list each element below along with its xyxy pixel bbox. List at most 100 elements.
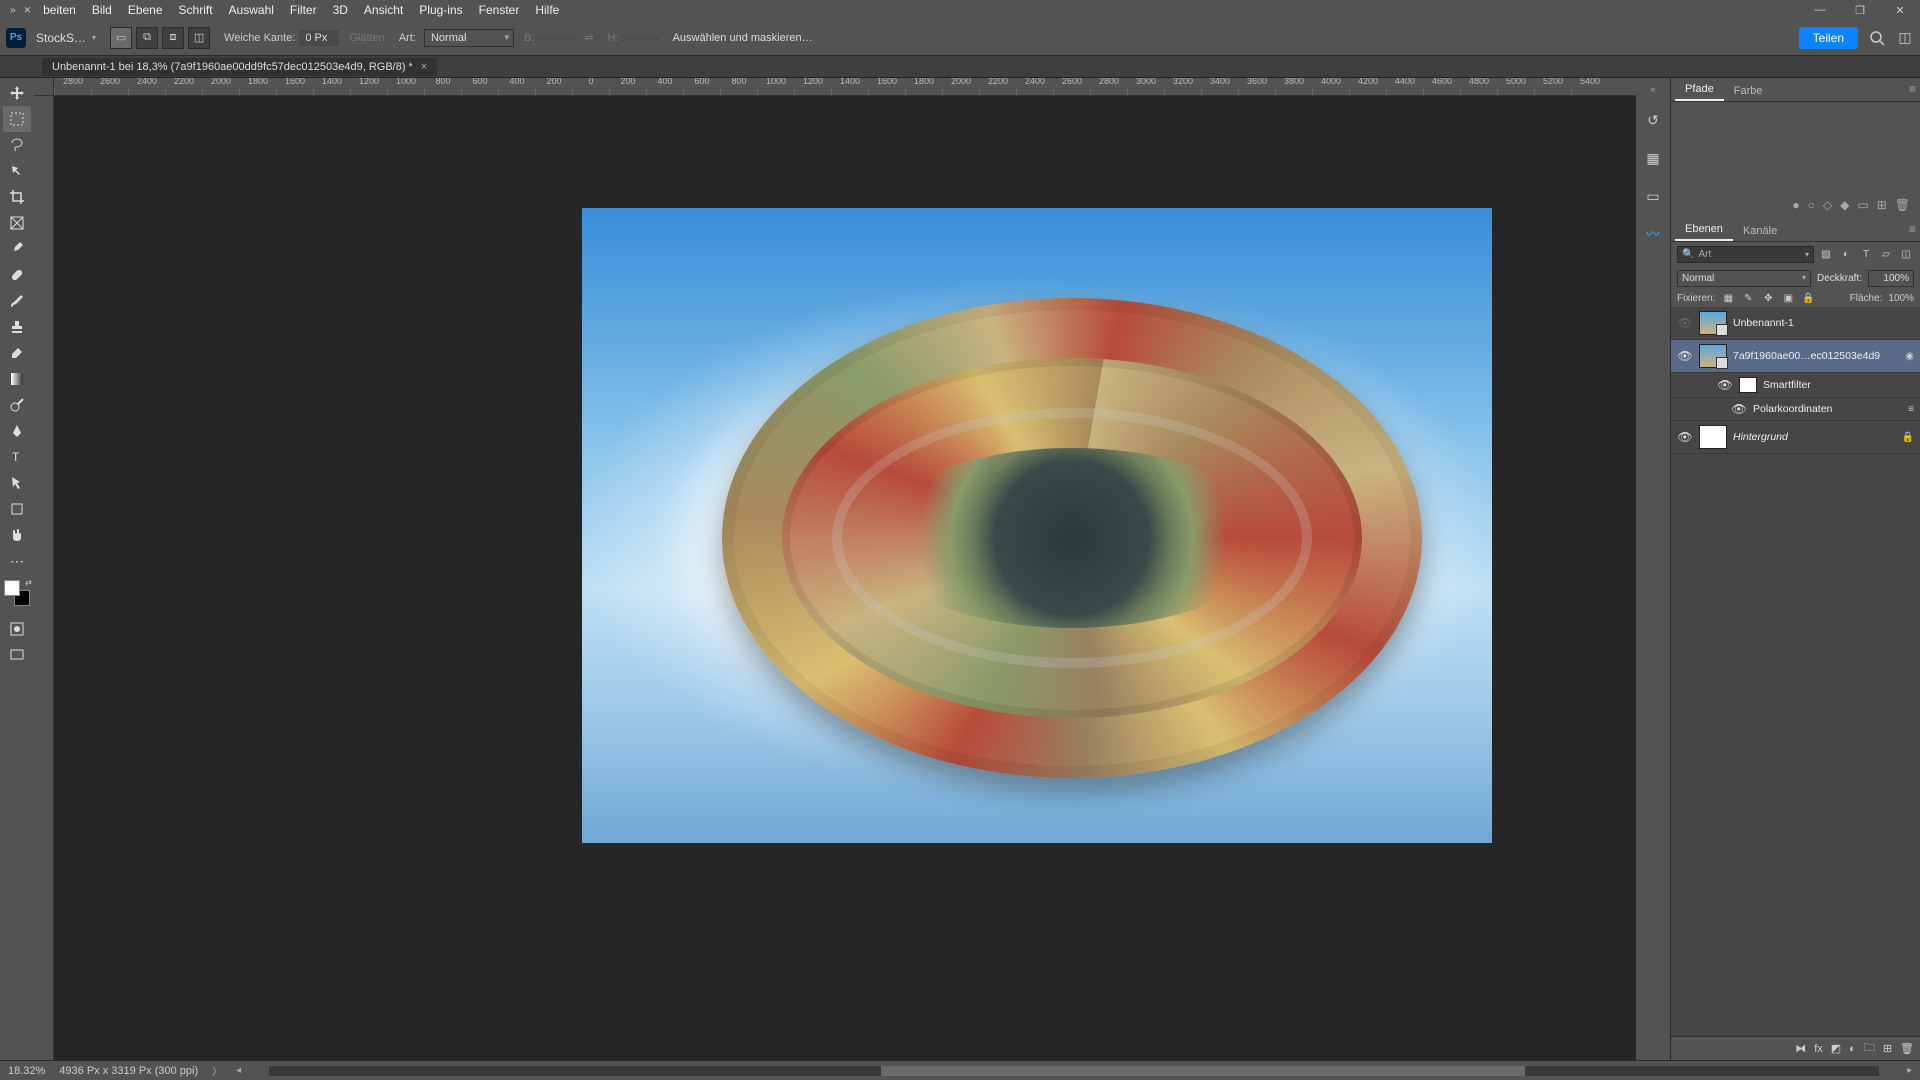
scrollbar-thumb[interactable] — [881, 1066, 1525, 1076]
tab-ebenen[interactable]: Ebenen — [1675, 219, 1733, 241]
filter-adjust-icon[interactable]: ◐ — [1838, 249, 1854, 260]
ruler-origin[interactable] — [34, 78, 54, 96]
tab-kanaele[interactable]: Kanäle — [1733, 221, 1787, 241]
layer-name[interactable]: 7a9f1960ae00…ec012503e4d9 — [1733, 350, 1899, 362]
minimize-button[interactable]: — — [1800, 0, 1840, 20]
menu-filter[interactable]: Filter — [282, 3, 325, 17]
layer-name[interactable]: Hintergrund — [1733, 431, 1896, 443]
menu-bild[interactable]: Bild — [84, 3, 120, 17]
eyedropper-tool[interactable] — [3, 236, 31, 262]
app-icon[interactable]: Ps — [6, 28, 26, 48]
lock-all-icon[interactable]: 🔒 — [1801, 293, 1815, 304]
swatches-panel-icon[interactable]: ▦ — [1641, 146, 1665, 170]
zoom-level[interactable]: 18.32% — [8, 1065, 45, 1077]
quickmask-button[interactable] — [3, 616, 31, 642]
adjustment-layer-icon[interactable]: ◐ — [1849, 1043, 1856, 1055]
document-canvas[interactable] — [582, 208, 1492, 843]
shape-tool[interactable] — [3, 496, 31, 522]
layer-name[interactable]: Polarkoordinaten — [1753, 403, 1902, 415]
visibility-toggle[interactable]: 👁 — [1717, 378, 1733, 392]
filter-shape-icon[interactable]: ▱ — [1878, 249, 1894, 260]
group-layers-icon[interactable]: 🗀 — [1864, 1039, 1875, 1058]
layer-name[interactable]: Unbenannt-1 — [1733, 317, 1914, 329]
close-button[interactable]: ✕ — [1880, 0, 1920, 20]
layer-name[interactable]: Smartfilter — [1763, 379, 1914, 391]
path-stroke-icon[interactable]: ○ — [1808, 198, 1815, 212]
lock-transparency-icon[interactable]: ▦ — [1721, 293, 1735, 304]
menu-ansicht[interactable]: Ansicht — [356, 3, 411, 17]
type-tool[interactable]: T — [3, 444, 31, 470]
history-panel-icon[interactable]: ↺ — [1641, 108, 1665, 132]
lock-pixels-icon[interactable]: ✎ — [1741, 293, 1755, 304]
maximize-button[interactable]: ❐ — [1840, 0, 1880, 20]
menu-ebene[interactable]: Ebene — [120, 3, 171, 17]
share-button[interactable]: Teilen — [1799, 27, 1858, 49]
document-dimensions[interactable]: 4936 Px x 3319 Px (300 ppi) — [59, 1065, 198, 1077]
path-select-tool[interactable] — [3, 470, 31, 496]
filter-mask-thumbnail[interactable] — [1739, 377, 1757, 393]
panel-menu-icon[interactable]: ≡ — [1909, 82, 1916, 96]
layer-thumbnail[interactable] — [1699, 344, 1727, 368]
delete-layer-icon[interactable]: 🗑 — [1900, 1042, 1914, 1055]
link-layers-icon[interactable]: ⧓ — [1795, 1042, 1806, 1055]
layer-fx-icon[interactable]: fx — [1814, 1043, 1823, 1055]
document-tab[interactable]: Unbenannt-1 bei 18,3% (7a9f1960ae00dd9fc… — [42, 58, 437, 76]
selection-add-button[interactable]: ⧉ — [136, 27, 158, 49]
scroll-left-icon[interactable]: ◂ — [236, 1065, 241, 1076]
status-chevron-icon[interactable]: 〉 — [212, 1063, 222, 1078]
select-and-mask-button[interactable]: Auswählen und maskieren… — [673, 32, 813, 44]
layer-row[interactable]: 👁 Unbenannt-1 — [1671, 307, 1920, 340]
scroll-right-icon[interactable]: ▸ — [1907, 1065, 1912, 1076]
path-delete-icon[interactable]: 🗑 — [1895, 198, 1910, 212]
horizontal-scrollbar[interactable] — [269, 1066, 1879, 1076]
new-layer-icon[interactable]: ⊞ — [1883, 1042, 1892, 1055]
gradient-tool[interactable] — [3, 366, 31, 392]
lasso-tool[interactable] — [3, 132, 31, 158]
layer-filter-select[interactable]: 🔍 Art ▾ — [1677, 246, 1814, 263]
feather-input[interactable]: 0 Px — [299, 30, 339, 46]
menu-schrift[interactable]: Schrift — [171, 3, 221, 17]
layers-menu-icon[interactable]: ≡ — [1909, 222, 1916, 236]
visibility-toggle[interactable]: 👁 — [1677, 430, 1693, 444]
path-mask-icon[interactable]: ▭ — [1857, 198, 1868, 212]
lock-artboard-icon[interactable]: ▣ — [1781, 293, 1795, 304]
collapse-chevron-icon[interactable]: « — [1650, 84, 1655, 94]
healing-tool[interactable] — [3, 262, 31, 288]
dodge-tool[interactable] — [3, 392, 31, 418]
search-icon[interactable] — [1868, 29, 1886, 47]
pen-tool[interactable] — [3, 418, 31, 444]
eraser-tool[interactable] — [3, 340, 31, 366]
brush-tool[interactable] — [3, 288, 31, 314]
ruler-vertical[interactable] — [34, 78, 54, 1060]
color-swatches[interactable]: ⇄ — [4, 580, 30, 606]
hand-tool[interactable] — [3, 522, 31, 548]
visibility-toggle[interactable]: 👁 — [1677, 316, 1693, 330]
canvas-area[interactable] — [34, 78, 1636, 1060]
menu-fenster[interactable]: Fenster — [471, 3, 528, 17]
filter-smart-icon[interactable]: ◫ — [1898, 249, 1914, 260]
menu-bearbeiten[interactable]: beiten — [35, 3, 84, 17]
crop-tool[interactable] — [3, 184, 31, 210]
visibility-toggle[interactable]: 👁 — [1677, 349, 1693, 363]
menu-auswahl[interactable]: Auswahl — [221, 3, 282, 17]
filter-settings-icon[interactable]: ≡ — [1908, 404, 1914, 415]
path-combine-icon[interactable]: ◆ — [1840, 198, 1849, 212]
workspace-icon[interactable]: ◫ — [1896, 29, 1914, 47]
layer-thumbnail[interactable] — [1699, 425, 1727, 449]
layer-row[interactable]: 👁 Polarkoordinaten ≡ — [1671, 398, 1920, 421]
menu-hilfe[interactable]: Hilfe — [527, 3, 567, 17]
layer-row[interactable]: 👁 7a9f1960ae00…ec012503e4d9 ◉ — [1671, 340, 1920, 373]
filter-pixel-icon[interactable]: ▧ — [1818, 249, 1834, 260]
ruler-horizontal[interactable] — [54, 78, 1636, 96]
move-tool[interactable] — [3, 80, 31, 106]
tab-pfade[interactable]: Pfade — [1675, 79, 1724, 101]
stamp-tool[interactable] — [3, 314, 31, 340]
close-small-icon[interactable]: ✕ — [24, 5, 32, 16]
visibility-toggle[interactable]: 👁 — [1731, 402, 1747, 416]
path-new-icon[interactable]: ⊞ — [1877, 198, 1887, 212]
path-fill-icon[interactable]: ● — [1792, 198, 1799, 212]
selection-subtract-button[interactable]: ⧈ — [162, 27, 184, 49]
lock-position-icon[interactable]: ✥ — [1761, 293, 1775, 304]
properties-panel-icon[interactable]: ▭ — [1641, 184, 1665, 208]
adjustments-panel-icon[interactable]: 〰 — [1641, 222, 1665, 246]
